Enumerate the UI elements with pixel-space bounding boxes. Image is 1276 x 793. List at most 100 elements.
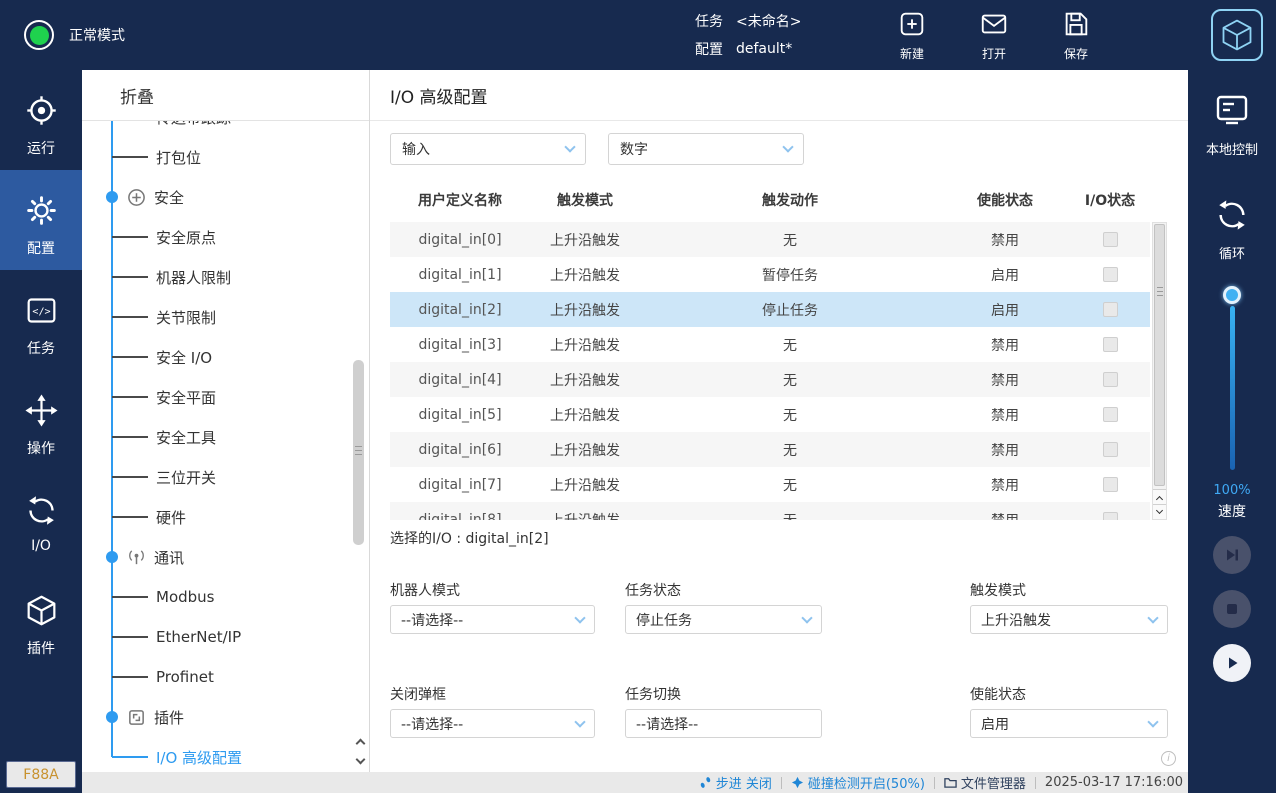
tree-item-7[interactable]: 安全平面 <box>82 377 353 417</box>
tree-collapse-header[interactable]: 折叠 <box>82 70 369 121</box>
robot-mode-select[interactable]: --请选择-- <box>390 605 595 634</box>
loop-button[interactable]: 循环 <box>1188 198 1276 262</box>
table-row[interactable]: digital_in[7]上升沿触发无禁用 <box>390 467 1150 502</box>
io-state-checkbox[interactable] <box>1103 337 1118 352</box>
tree-item-9[interactable]: 三位开关 <box>82 457 353 497</box>
sidebar-item-task[interactable]: </> 任务 <box>0 270 82 370</box>
tree-node-bullet[interactable] <box>106 551 118 563</box>
tree-scroll-arrows <box>354 736 366 766</box>
tree-item-5[interactable]: 关节限制 <box>82 297 353 337</box>
mode-indicator[interactable]: 正常模式 <box>24 0 125 70</box>
table-row[interactable]: digital_in[4]上升沿触发无禁用 <box>390 362 1150 397</box>
open-button[interactable]: 打开 <box>971 9 1017 62</box>
tree-item-13[interactable]: EtherNet/IP <box>82 617 353 657</box>
tree-item-label: 安全平面 <box>156 387 216 408</box>
cell-name: digital_in[0] <box>390 232 530 248</box>
tree-item-15[interactable]: 插件 <box>82 697 353 737</box>
sidebar-item-config[interactable]: 配置 <box>0 170 82 270</box>
task-state-select[interactable]: 停止任务 <box>625 605 822 634</box>
io-type-select[interactable]: 数字 <box>608 133 804 165</box>
tree-item-label: EtherNet/IP <box>156 628 241 646</box>
cell-trigger-action: 停止任务 <box>640 300 940 320</box>
tree-item-8[interactable]: 安全工具 <box>82 417 353 457</box>
tree-scrollbar-thumb[interactable] <box>353 360 364 545</box>
sidebar-item-plugin[interactable]: 插件 <box>0 570 82 670</box>
tree-item-1[interactable]: 打包位 <box>82 137 353 177</box>
table-header-row: 用户定义名称 触发模式 触发动作 使能状态 I/O状态 <box>390 178 1150 222</box>
tree-node-bullet[interactable] <box>106 711 118 723</box>
info-icon[interactable] <box>1161 751 1176 766</box>
cell-enable-state: 禁用 <box>940 510 1070 521</box>
cell-io-state <box>1070 442 1150 458</box>
left-sidebar: 运行 配置 </> 任务 操作 I/O 插件 F88A <box>0 70 82 793</box>
save-icon <box>1061 9 1091 42</box>
step-forward-button[interactable] <box>1213 536 1251 574</box>
close-popup-select[interactable]: --请选择-- <box>390 709 595 738</box>
cell-enable-state: 启用 <box>940 265 1070 285</box>
scroll-up-icon[interactable] <box>354 736 366 746</box>
table-row[interactable]: digital_in[5]上升沿触发无禁用 <box>390 397 1150 432</box>
io-state-checkbox[interactable] <box>1103 267 1118 282</box>
tree-node-bullet[interactable] <box>106 191 118 203</box>
table-scroll-up-icon[interactable] <box>1153 489 1166 504</box>
table-scrollbar[interactable] <box>1152 222 1167 520</box>
cell-name: digital_in[3] <box>390 337 530 353</box>
sidebar-item-io[interactable]: I/O <box>0 470 82 570</box>
tree-item-0[interactable]: 传送带跟踪 <box>82 121 353 137</box>
table-row[interactable]: digital_in[0]上升沿触发无禁用 <box>390 222 1150 257</box>
io-state-checkbox[interactable] <box>1103 372 1118 387</box>
tree-item-12[interactable]: Modbus <box>82 577 353 617</box>
sidebar-item-run[interactable]: 运行 <box>0 70 82 170</box>
task-config-info: 任务 <未命名> 配置 default* <box>693 7 801 63</box>
tree-item-16[interactable]: I/O 高级配置 <box>82 737 353 772</box>
tree-item-4[interactable]: 机器人限制 <box>82 257 353 297</box>
speed-slider-thumb[interactable] <box>1223 286 1241 304</box>
tree-item-6[interactable]: 安全 I/O <box>82 337 353 377</box>
table-row[interactable]: digital_in[1]上升沿触发暂停任务启用 <box>390 257 1150 292</box>
file-manager-link[interactable]: 文件管理器 <box>944 773 1026 792</box>
scroll-down-icon[interactable] <box>354 756 366 766</box>
task-switch-input[interactable]: --请选择-- <box>625 709 822 738</box>
cell-trigger-mode: 上升沿触发 <box>530 440 640 460</box>
table-scrollbar-thumb[interactable] <box>1154 224 1165 486</box>
cell-name: digital_in[6] <box>390 442 530 458</box>
table-row[interactable]: digital_in[2]上升沿触发停止任务启用 <box>390 292 1150 327</box>
io-state-checkbox[interactable] <box>1103 512 1118 520</box>
tree-item-2[interactable]: 安全 <box>82 177 353 217</box>
gear-icon <box>25 194 58 231</box>
tree-item-3[interactable]: 安全原点 <box>82 217 353 257</box>
io-state-checkbox[interactable] <box>1103 232 1118 247</box>
tree-item-11[interactable]: 通讯 <box>82 537 353 577</box>
table-scroll-down-icon[interactable] <box>1153 504 1166 519</box>
cell-io-state <box>1070 232 1150 248</box>
form-field-robot-mode: 机器人模式 --请选择-- <box>390 580 595 634</box>
save-button[interactable]: 保存 <box>1053 9 1099 62</box>
speed-slider[interactable] <box>1188 286 1276 476</box>
new-button[interactable]: 新建 <box>889 9 935 62</box>
table-row[interactable]: digital_in[6]上升沿触发无禁用 <box>390 432 1150 467</box>
io-state-checkbox[interactable] <box>1103 442 1118 457</box>
table-row[interactable]: digital_in[8]上升沿触发无禁用 <box>390 502 1150 520</box>
cell-trigger-action: 暂停任务 <box>640 265 940 285</box>
skip-icon <box>1224 547 1240 563</box>
io-state-checkbox[interactable] <box>1103 477 1118 492</box>
file-manager-icon <box>944 776 957 789</box>
stop-icon <box>1224 601 1240 617</box>
io-state-checkbox[interactable] <box>1103 407 1118 422</box>
step-mode-status[interactable]: 步进 关闭 <box>699 773 772 792</box>
play-button[interactable] <box>1213 644 1251 682</box>
io-state-checkbox[interactable] <box>1103 302 1118 317</box>
tree-item-14[interactable]: Profinet <box>82 657 353 697</box>
tree-item-10[interactable]: 硬件 <box>82 497 353 537</box>
enable-state-select[interactable]: 启用 <box>970 709 1168 738</box>
io-direction-select[interactable]: 输入 <box>390 133 586 165</box>
col-header-io-state: I/O状态 <box>1070 190 1150 210</box>
stop-button[interactable] <box>1213 590 1251 628</box>
tree-item-label: 安全 <box>154 187 184 208</box>
trigger-mode-select[interactable]: 上升沿触发 <box>970 605 1168 634</box>
sidebar-item-operate[interactable]: 操作 <box>0 370 82 470</box>
config-name: default* <box>736 41 792 57</box>
local-control-button[interactable]: 本地控制 <box>1188 92 1276 158</box>
collision-detection-status[interactable]: 碰撞检测开启(50%) <box>791 773 925 792</box>
table-row[interactable]: digital_in[3]上升沿触发无禁用 <box>390 327 1150 362</box>
